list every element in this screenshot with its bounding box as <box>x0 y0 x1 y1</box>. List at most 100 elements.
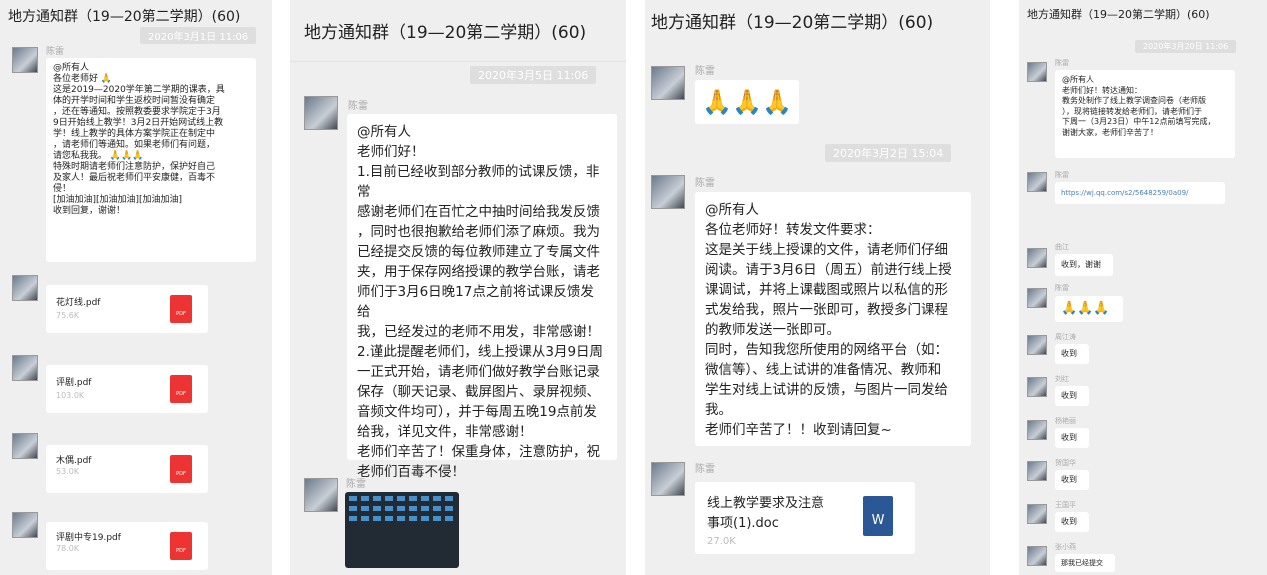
message-line: 老师们百毒不侵！ <box>357 464 465 480</box>
file-name: 评剧.pdf <box>56 378 92 388</box>
sender-name: 陈雷 <box>348 101 368 112</box>
pdf-file-icon: PDF <box>170 375 192 403</box>
pray-emoji-icon: 🙏 <box>100 74 113 84</box>
avatar[interactable] <box>12 512 38 538</box>
sender-name: 陈雷 <box>695 464 715 475</box>
message-line: 同时，告知我您所使用的网络平台（如： <box>705 342 948 358</box>
timestamp: 2020年3月5日 11:06 <box>470 66 597 84</box>
avatar[interactable] <box>12 275 38 301</box>
avatar[interactable] <box>1027 62 1047 82</box>
message-line: @所有人 <box>705 202 759 218</box>
sender-name: 贺国华 <box>1055 459 1076 467</box>
message-line: 这是2019—2020学年第二学期的课表，具 <box>53 85 225 95</box>
pray-emoji-icon: 🙏🙏🙏 <box>702 88 792 116</box>
avatar[interactable] <box>1027 335 1047 355</box>
chat-title: 地方通知群（19—20第二学期）(60) <box>651 13 934 33</box>
avatar[interactable] <box>1027 546 1047 566</box>
file-card[interactable]: 评剧中专19.pdf 78.0K PDF <box>46 522 208 570</box>
file-size: 103.0K <box>56 391 85 400</box>
pdf-file-icon: PDF <box>170 455 192 483</box>
message-line: 谢谢大家，老师们辛苦了！ <box>1062 127 1158 137</box>
message-bubble[interactable]: @所有人 老师们好！转达通知： 教务处制作了线上教学调查问卷（老师版 ），现将链… <box>1055 70 1235 158</box>
sender-name: 陈雷 <box>46 47 65 57</box>
pdf-file-icon: PDF <box>170 532 192 560</box>
sender-name: 王国平 <box>1055 501 1076 509</box>
message-line: 学生对线上试讲的反馈，与图片一同发给 <box>705 382 948 398</box>
avatar[interactable] <box>651 175 685 209</box>
message-line: 老师们辛苦了！！收到请回复~ <box>705 422 892 438</box>
avatar[interactable] <box>1027 504 1047 524</box>
message-line: 老师们辛苦了！保重身体，注意防护，祝 <box>357 444 600 460</box>
message-line: ），现将链接转发给老师们，请老师们于 <box>1062 106 1202 116</box>
message-line: 一正式开始，请老师们做好教学台账记录 <box>357 364 600 380</box>
message-line: 2.谨此提醒老师们，线上授课从3月9日周 <box>357 344 604 360</box>
message-line: 学！线上教学的具体方案学院正在制定中 <box>53 129 216 139</box>
message-bubble[interactable]: @所有人 各位老师好！转发文件要求： 这是关于线上授课的文件，请老师们仔细 阅读… <box>695 192 971 446</box>
reply-bubble[interactable]: 收到 <box>1055 386 1089 406</box>
reply-bubble[interactable]: 🙏🙏🙏 <box>1055 296 1123 322</box>
message-line: 音频文件均可），并于每周五晚19点前发 <box>357 404 597 420</box>
sender-name: 陈雷 <box>1055 171 1069 179</box>
reply-bubble[interactable]: 收到 <box>1055 470 1089 490</box>
avatar[interactable] <box>1027 288 1047 308</box>
survey-link[interactable]: https://wj.qq.com/s2/5648259/0a09/ <box>1061 189 1188 197</box>
reply-bubble[interactable]: 收到 <box>1055 428 1089 448</box>
avatar[interactable] <box>1027 248 1047 268</box>
reply-text: 收到 <box>1061 349 1077 358</box>
avatar[interactable] <box>12 355 38 381</box>
file-card[interactable]: 评剧.pdf 103.0K PDF <box>46 365 208 413</box>
chat-panel-4: 地方通知群（19—20第二学期）(60) 2020年3月20日 11:06 陈雷… <box>1019 0 1267 575</box>
word-file-icon: W <box>863 496 893 536</box>
sender-name: 周江涛 <box>1055 333 1076 341</box>
avatar[interactable] <box>1027 420 1047 440</box>
emoji-message[interactable]: 🙏🙏🙏 <box>695 80 799 124</box>
message-line: 侵！ <box>53 184 72 194</box>
chat-title: 地方通知群（19—20第二学期）(60) <box>290 0 626 62</box>
avatar[interactable] <box>304 96 338 130</box>
reply-text: 收到，谢谢 <box>1061 260 1101 269</box>
message-line: 老师们好！转达通知： <box>1062 85 1142 95</box>
sender-name: 陈雷 <box>695 178 715 189</box>
message-line: 微信等）、线上试讲的准备情况、教师和 <box>705 362 942 378</box>
reply-text: 收到 <box>1061 433 1077 442</box>
message-line: 9日开始线上教学！3月2日开始网试线上教 <box>53 118 224 128</box>
reply-text: 收到 <box>1061 475 1077 484</box>
avatar[interactable] <box>651 462 685 496</box>
message-line: 已经提交反馈的每位教师建立了专属文件 <box>357 244 600 260</box>
sender-name: 陈雷 <box>695 66 715 77</box>
avatar[interactable] <box>12 433 38 459</box>
sender-name: 陈雷 <box>346 479 366 490</box>
reply-bubble[interactable]: 收到 <box>1055 512 1089 532</box>
file-card[interactable]: 木偶.pdf 53.0K PDF <box>46 445 208 493</box>
image-message[interactable] <box>345 492 459 568</box>
reply-bubble[interactable]: 收到，谢谢 <box>1055 254 1113 276</box>
pdf-file-icon: PDF <box>170 295 192 323</box>
reply-text: 收到 <box>1061 391 1077 400</box>
message-line: @所有人 <box>53 63 90 73</box>
avatar[interactable] <box>12 47 38 73</box>
message-line: 1.目前已经收到部分教师的试课反馈，非常 <box>357 164 600 200</box>
message-bubble[interactable]: @所有人 各位老师好 🙏 这是2019—2020学年第二学期的课表，具 体的开学… <box>46 58 256 262</box>
message-line: 各位老师好！转发文件要求： <box>705 222 881 238</box>
avatar[interactable] <box>1027 461 1047 481</box>
link-message[interactable]: https://wj.qq.com/s2/5648259/0a09/ <box>1055 182 1225 204</box>
sender-name: 曲江 <box>1055 243 1069 251</box>
message-line: @所有人 <box>357 124 411 140</box>
reply-bubble[interactable]: 收到 <box>1055 344 1089 364</box>
message-line: 教务处制作了线上教学调查问卷（老师版 <box>1062 96 1206 105</box>
avatar[interactable] <box>1027 172 1047 192</box>
reply-bubble[interactable]: 那我已经提交 <box>1055 554 1115 572</box>
message-line: 收到回复，谢谢！ <box>53 206 126 216</box>
avatar[interactable] <box>651 66 685 100</box>
message-bubble[interactable]: @所有人 老师们好！ 1.目前已经收到部分教师的试课反馈，非常 感谢老师们在百忙… <box>347 114 617 480</box>
file-card[interactable]: 花灯线.pdf 75.6K PDF <box>46 285 208 333</box>
chat-title: 地方通知群（19—20第二学期）(60) <box>1027 8 1210 21</box>
sender-name: 张小燕 <box>1055 543 1076 551</box>
file-name-line: 线上教学要求及注意 <box>707 496 825 511</box>
avatar[interactable] <box>1027 377 1047 397</box>
file-card[interactable]: 线上教学要求及注意 事项(1).doc 27.0K W <box>695 482 915 554</box>
file-size: 78.0K <box>56 544 80 553</box>
message-line: 师们于3月6日晚17点之前将试课反馈发给 <box>357 284 594 320</box>
avatar[interactable] <box>304 478 338 512</box>
message-line: [加油加油][加油加油][加油加油] <box>53 195 183 205</box>
